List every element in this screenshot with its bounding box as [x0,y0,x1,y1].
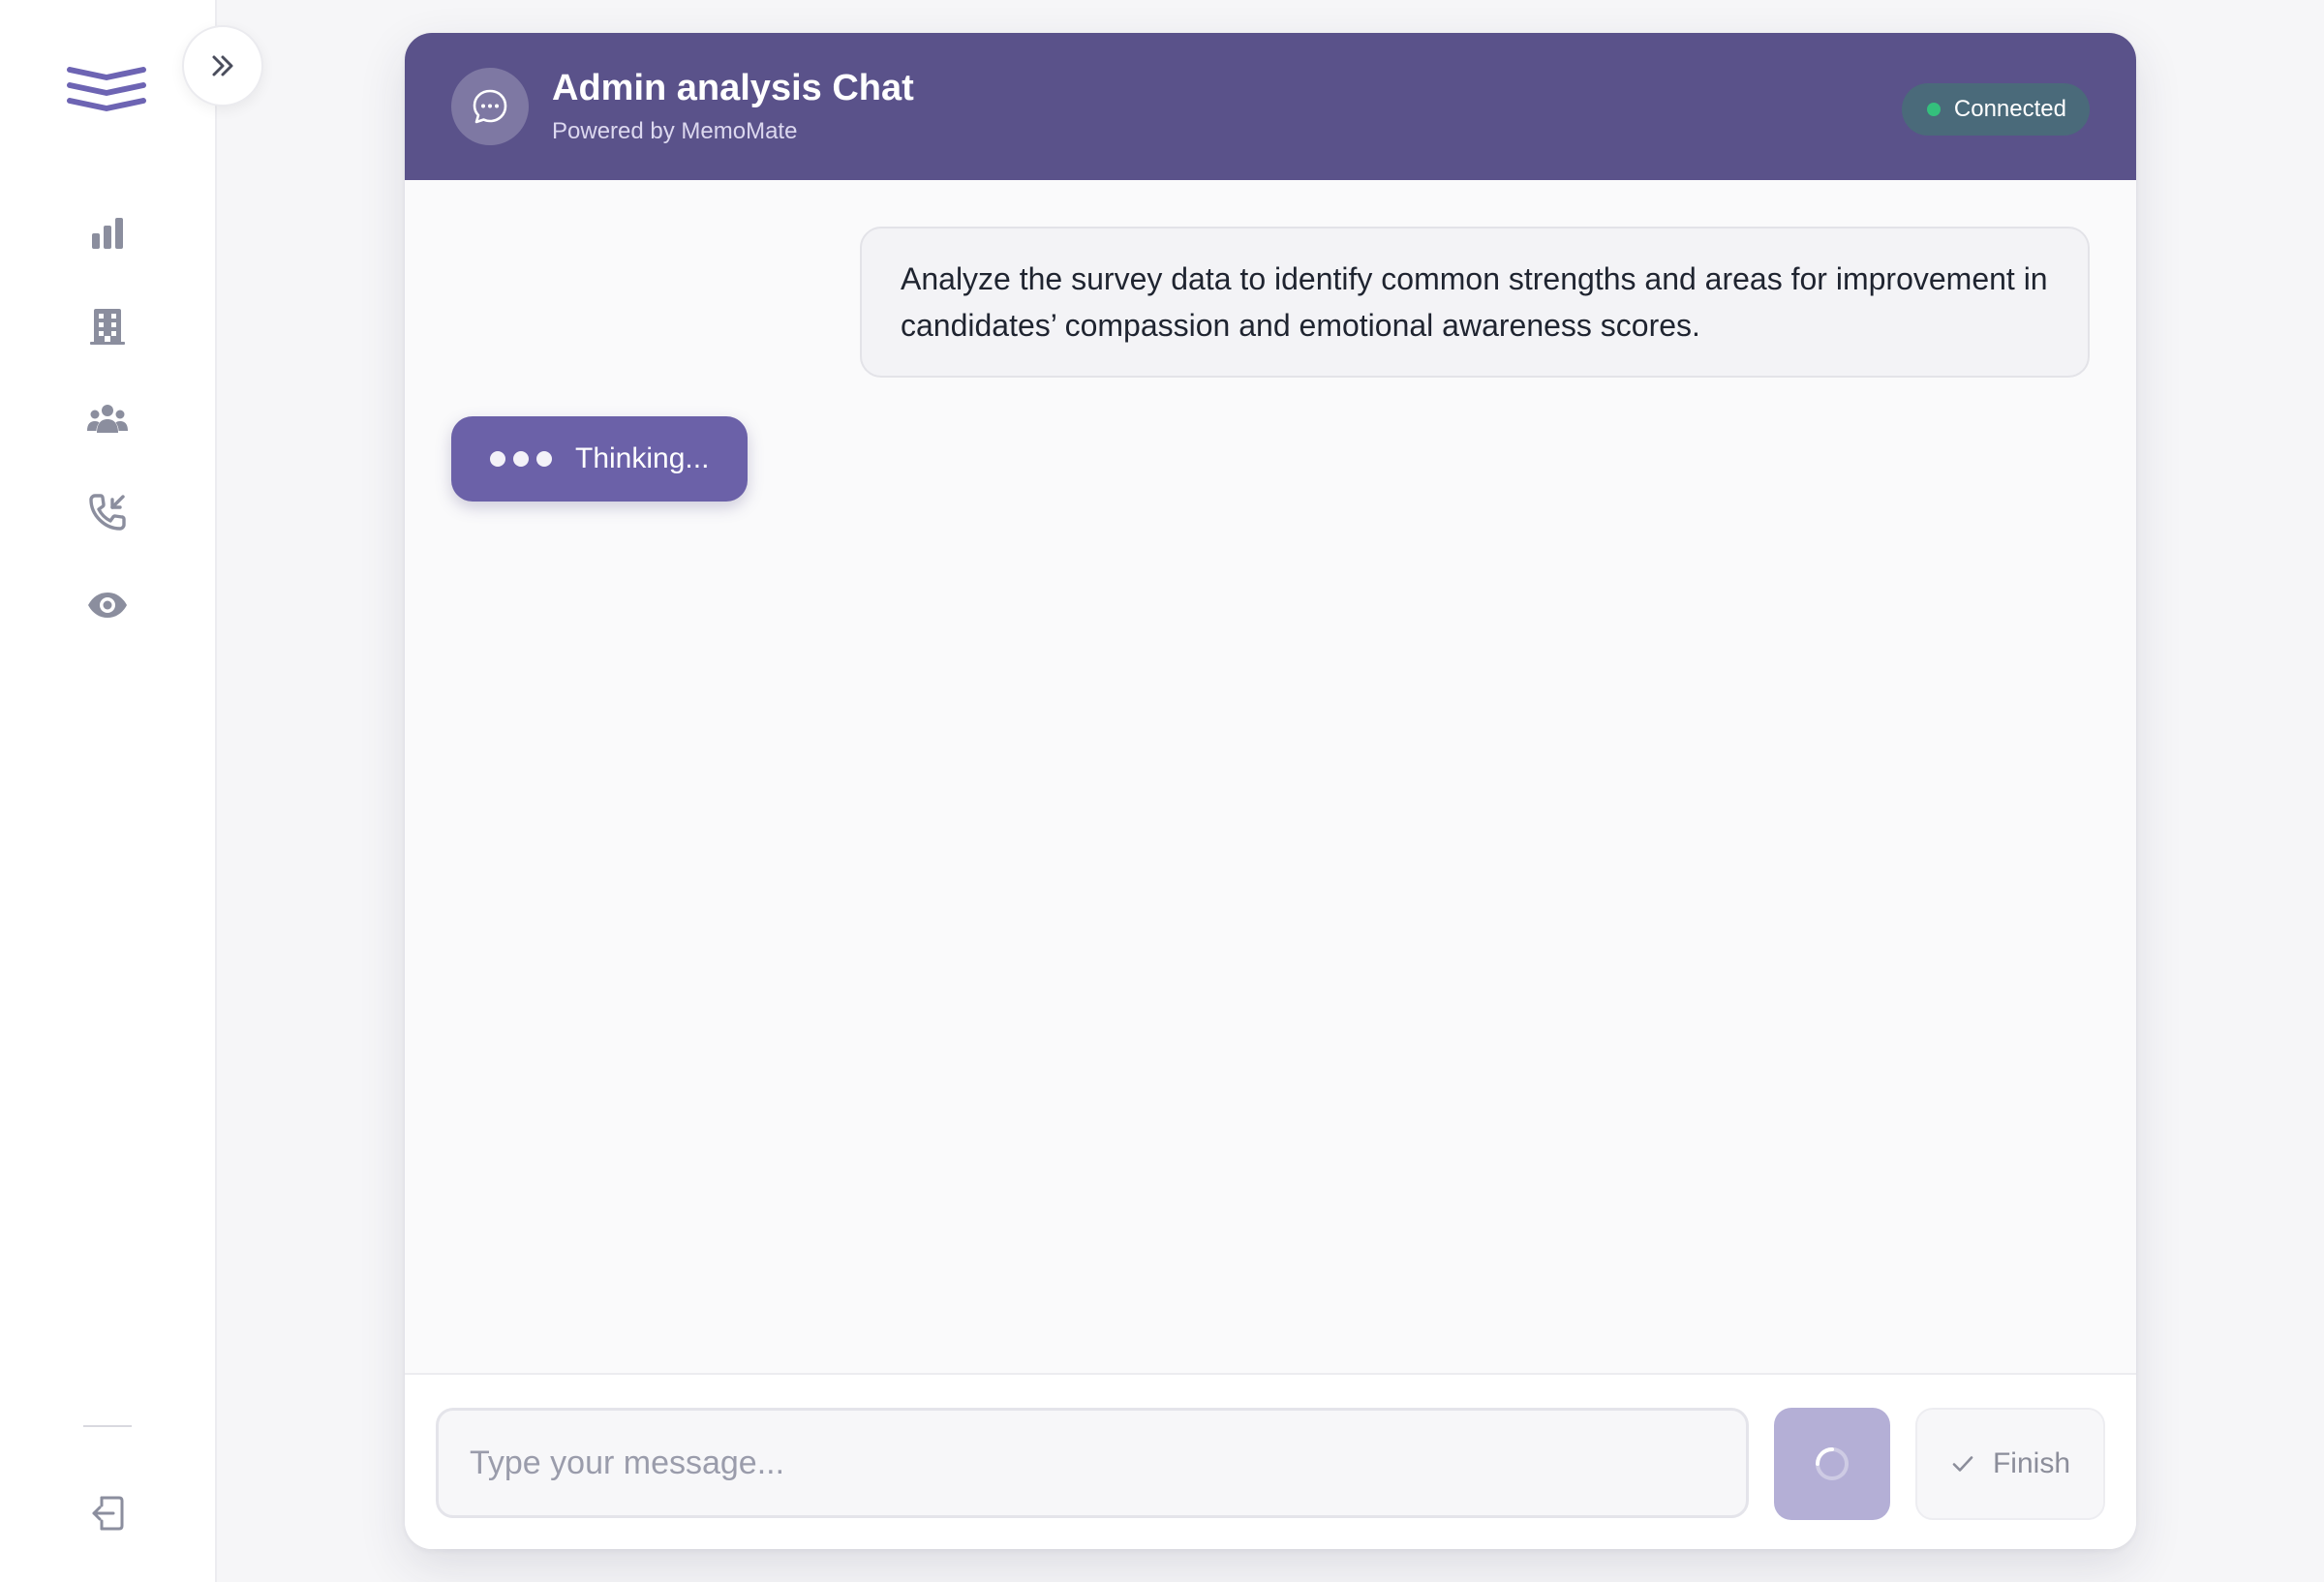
chat-panel: Admin analysis Chat Powered by MemoMate … [405,33,2136,1549]
sidebar [0,0,217,1582]
composer: Finish [405,1373,2136,1549]
chat-subtitle: Powered by MemoMate [552,118,798,144]
status-label: Connected [1953,96,2066,122]
loading-spinner-icon [1816,1447,1849,1480]
chat-header: Admin analysis Chat Powered by MemoMate … [405,33,2136,180]
chat-avatar [451,68,529,145]
sidebar-toggle-button[interactable] [182,25,263,106]
sidebar-item-users[interactable] [74,385,141,453]
building-icon [90,309,125,345]
layers-logo-icon[interactable] [66,64,147,112]
logout-button[interactable] [74,1479,141,1547]
sidebar-item-calls[interactable] [74,478,141,546]
phone-incoming-icon [89,494,126,531]
user-message: Analyze the survey data to identify comm… [860,227,2090,378]
sidebar-item-analytics[interactable] [74,199,141,267]
sidebar-item-organizations[interactable] [74,292,141,360]
thinking-label: Thinking... [575,442,710,474]
finish-label: Finish [1992,1447,2071,1479]
users-group-icon [87,405,128,433]
finish-button[interactable]: Finish [1915,1408,2105,1520]
sidebar-divider [83,1425,132,1427]
connection-status-badge: Connected [1901,83,2090,136]
send-button[interactable] [1774,1408,1890,1520]
bar-chart-icon [92,218,123,249]
thinking-indicator: Thinking... [451,416,749,502]
chat-title: Admin analysis Chat [552,68,914,108]
chat-bubble-icon [473,89,507,124]
status-dot-icon [1926,103,1941,116]
logout-icon [92,1496,124,1531]
sidebar-item-monitor[interactable] [74,571,141,639]
check-icon [1952,1456,1973,1472]
typing-dots-icon [490,451,552,467]
chevrons-right-icon [212,55,233,76]
eye-icon [88,593,127,618]
message-input[interactable] [436,1408,1749,1518]
